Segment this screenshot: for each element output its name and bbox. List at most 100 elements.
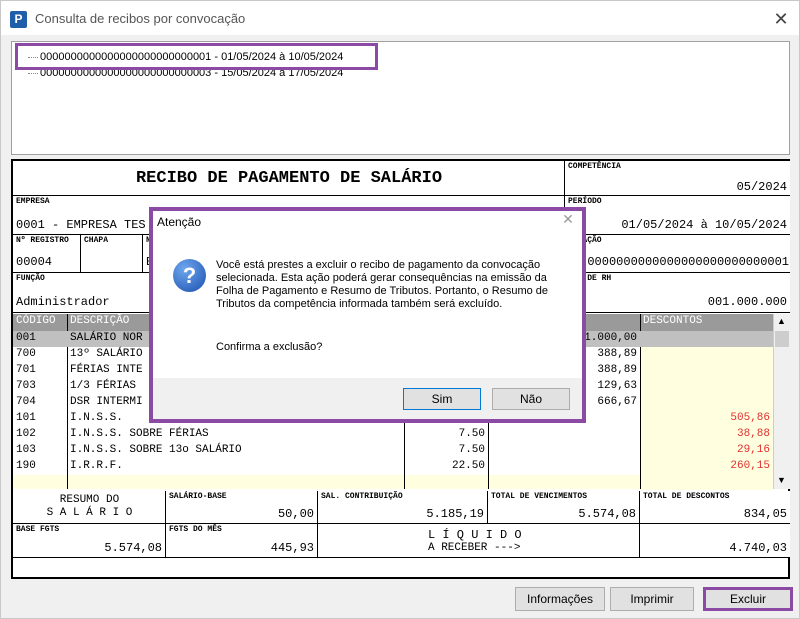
dialog-message: Você está prestes a excluir o recibo de … bbox=[216, 259, 549, 310]
salario-base-value: 50,00 bbox=[277, 507, 314, 521]
scroll-up-icon[interactable]: ▲ bbox=[777, 316, 786, 326]
competencia-value: 05/2024 bbox=[736, 180, 787, 194]
sal-contrib-cell: SAL. CONTRIBUIÇÃO 5.185,19 bbox=[318, 491, 488, 524]
dialog-confirm-text: Confirma a exclusão? bbox=[216, 341, 323, 353]
print-button[interactable]: Imprimir bbox=[610, 587, 694, 611]
base-fgts-value: 5.574,08 bbox=[104, 541, 162, 555]
row-description: I.R.R.F. bbox=[70, 460, 123, 472]
table-row[interactable]: 190 I.R.R.F. 22.50 260,15 bbox=[13, 459, 773, 475]
row-description: I.N.S.S. SOBRE 13o SALÁRIO bbox=[70, 444, 242, 456]
fgts-mes-label: FGTS DO MÊS bbox=[169, 525, 222, 534]
row-code: 703 bbox=[16, 380, 36, 392]
row-reference: 22.50 bbox=[451, 460, 485, 472]
row-code: 102 bbox=[16, 428, 36, 440]
row-reference: 7.50 bbox=[458, 428, 485, 440]
salario-base-label: SALÁRIO-BASE bbox=[169, 492, 227, 501]
row-earnings: 388,89 bbox=[597, 364, 637, 376]
row-reference: 7.50 bbox=[458, 444, 485, 456]
competencia-label: COMPETÊNCIA bbox=[568, 162, 621, 171]
periodo-cell: PERÍODO 01/05/2024 à 10/05/2024 bbox=[565, 196, 790, 235]
total-desc-cell: TOTAL DE DESCONTOS 834,05 bbox=[640, 491, 790, 524]
row-code: 704 bbox=[16, 396, 36, 408]
confirm-dialog: Atenção ✕ ? Você está prestes a excluir … bbox=[149, 207, 586, 423]
scroll-down-icon[interactable]: ▼ bbox=[777, 475, 786, 485]
row-description: SALÁRIO NOR bbox=[70, 332, 143, 344]
row-code: 701 bbox=[16, 364, 36, 376]
scroll-thumb[interactable] bbox=[775, 331, 789, 347]
row-earnings: 666,67 bbox=[597, 396, 637, 408]
row-description: 13º SALÁRIO bbox=[70, 348, 143, 360]
liquido-label-1: L Í Q U I D O bbox=[428, 528, 522, 542]
window-title: Consulta de recibos por convocação bbox=[35, 11, 246, 26]
row-code: 101 bbox=[16, 412, 36, 424]
question-icon: ? bbox=[173, 259, 206, 292]
empresa-label: EMPRESA bbox=[16, 197, 50, 206]
resumo-label-1: RESUMO DO bbox=[59, 494, 120, 506]
row-earnings: 1.000,00 bbox=[584, 332, 637, 344]
sal-contrib-label: SAL. CONTRIBUIÇÃO bbox=[321, 492, 403, 501]
col-descricao: DESCRIÇÃO bbox=[70, 315, 130, 327]
total-desc-value: 834,05 bbox=[743, 507, 787, 521]
salario-base-cell: SALÁRIO-BASE 50,00 bbox=[166, 491, 318, 524]
convocacao-value: 0000000000000000000000000001 bbox=[587, 255, 789, 269]
liquido-cell: 4.740,03 bbox=[640, 524, 790, 558]
total-venc-cell: TOTAL DE VENCIMENTOS 5.574,08 bbox=[488, 491, 640, 524]
dialog-title: Atenção bbox=[157, 215, 202, 229]
liquido-label-2: A RECEBER ---> bbox=[428, 542, 521, 554]
row-discount: 260,15 bbox=[730, 460, 770, 472]
yes-button[interactable]: Sim bbox=[403, 388, 481, 410]
liquido-label-cell: L Í Q U I D O A RECEBER ---> bbox=[318, 524, 640, 558]
resumo-label-2: S A L Á R I O bbox=[46, 507, 133, 519]
title-bar: P Consulta de recibos por convocação ✕ bbox=[1, 1, 799, 35]
convocacao-cell: VOCAÇÃO 0000000000000000000000000001 bbox=[565, 235, 790, 273]
row-code: 001 bbox=[16, 332, 36, 344]
resumo-cell: RESUMO DO S A L Á R I O bbox=[13, 491, 166, 524]
base-fgts-label: BASE FGTS bbox=[16, 525, 60, 534]
table-row[interactable]: 103 I.N.S.S. SOBRE 13o SALÁRIO 7.50 29,16 bbox=[13, 443, 773, 459]
scrollbar[interactable]: ▲ ▼ bbox=[773, 314, 790, 489]
sal-contrib-value: 5.185,19 bbox=[426, 507, 484, 521]
table-row[interactable]: 102 I.N.S.S. SOBRE FÉRIAS 7.50 38,88 bbox=[13, 427, 773, 443]
payslip-title: RECIBO DE PAGAMENTO DE SALÁRIO bbox=[135, 169, 443, 188]
row-description: FÉRIAS INTE bbox=[70, 364, 143, 376]
divisao-cell: SÃO DE RH 001.000.000 bbox=[565, 273, 790, 313]
row-description: DSR INTERMI bbox=[70, 396, 143, 408]
window: P Consulta de recibos por convocação ✕ 0… bbox=[0, 0, 800, 619]
row-discount: 29,16 bbox=[736, 444, 770, 456]
divisao-value: 001.000.000 bbox=[707, 295, 787, 309]
total-desc-label: TOTAL DE DESCONTOS bbox=[643, 492, 730, 501]
funcao-label: FUNÇÃO bbox=[16, 274, 45, 283]
chapa-cell: CHAPA bbox=[81, 235, 143, 273]
no-button[interactable]: Não bbox=[492, 388, 570, 410]
row-description: I.N.S.S. bbox=[70, 412, 123, 424]
registro-value: 00004 bbox=[16, 255, 53, 269]
row-earnings: 129,63 bbox=[597, 380, 637, 392]
funcao-value: Administrador bbox=[16, 295, 110, 309]
tree-connector bbox=[28, 72, 38, 74]
delete-button[interactable]: Excluir bbox=[703, 587, 793, 611]
row-discount: 38,88 bbox=[736, 428, 770, 440]
info-button[interactable]: Informações bbox=[515, 587, 605, 611]
col-descontos: DESCONTOS bbox=[643, 315, 703, 327]
fgts-mes-cell: FGTS DO MÊS 445,93 bbox=[166, 524, 318, 558]
app-icon: P bbox=[10, 11, 27, 28]
fgts-mes-value: 445,93 bbox=[270, 541, 314, 555]
empty-row bbox=[13, 475, 773, 489]
chapa-label: CHAPA bbox=[84, 236, 109, 245]
row-code: 700 bbox=[16, 348, 36, 360]
col-codigo: CÓDIGO bbox=[16, 315, 56, 327]
row-discount: 505,86 bbox=[730, 412, 770, 424]
close-icon[interactable]: ✕ bbox=[767, 7, 795, 31]
liquido-value: 4.740,03 bbox=[729, 541, 787, 555]
row-description: I.N.S.S. SOBRE FÉRIAS bbox=[70, 428, 209, 440]
row-description: 1/3 FÉRIAS bbox=[70, 380, 137, 392]
row-code: 103 bbox=[16, 444, 36, 456]
registro-cell: Nº REGISTRO 00004 bbox=[13, 235, 81, 273]
base-fgts-cell: BASE FGTS 5.574,08 bbox=[13, 524, 166, 558]
dialog-close-icon[interactable]: ✕ bbox=[558, 211, 578, 231]
dialog-footer: Sim Não bbox=[153, 378, 582, 419]
total-venc-value: 5.574,08 bbox=[578, 507, 636, 521]
competencia-cell: COMPETÊNCIA 05/2024 bbox=[565, 161, 790, 196]
payslip-title-cell: RECIBO DE PAGAMENTO DE SALÁRIO bbox=[13, 161, 565, 196]
total-venc-label: TOTAL DE VENCIMENTOS bbox=[491, 492, 588, 501]
